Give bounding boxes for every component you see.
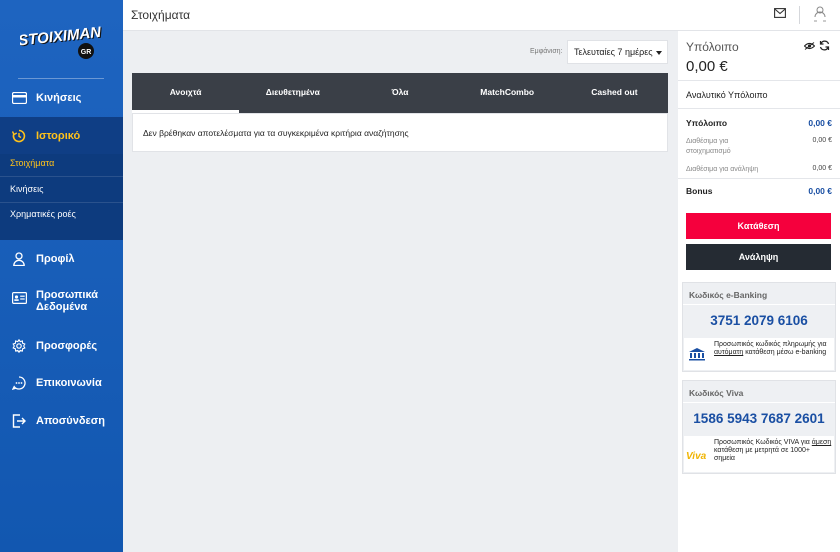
viva-logo: Viva <box>686 451 707 462</box>
empty-results-message: Δεν βρέθηκαν αποτελέσματα για τα συγκεκρ… <box>143 128 409 138</box>
history-submenu: Στοιχήματα Κινήσεις Χρηματικές ροές <box>0 154 123 240</box>
sidebar-item-profile[interactable]: Προφίλ <box>0 249 123 269</box>
tab-open[interactable]: Ανοιχτά <box>132 73 240 113</box>
deposit-button[interactable]: Κατάθεση <box>686 213 831 239</box>
viva-code-box: Κωδικός Viva 1586 5943 7687 2601 Viva Πρ… <box>682 380 836 474</box>
available-bet-label-line2: στοιχηματισμό <box>686 148 731 155</box>
stoiximan-logo[interactable]: STOIXIMAN STOIXIMAN GR <box>20 20 102 62</box>
viva-info-part1: Προσωπικός Κωδικός VIVA για <box>714 439 812 446</box>
header-divider <box>799 6 800 24</box>
tab-settled[interactable]: Διευθετημένα <box>239 73 346 113</box>
balance-row-value: 0,00 € <box>808 118 832 128</box>
ebanking-info-text: Προσωπικός κωδικός πληρωμής για αυτόματη… <box>714 341 832 357</box>
sidebar-item-offers[interactable]: Προσφορές <box>0 336 123 356</box>
available-bet-label-line1: Διαθέσιμα για <box>686 138 729 145</box>
sidebar: STOIXIMAN STOIXIMAN GR Κινήσεις Ιστορικό… <box>0 0 123 552</box>
sidebar-item-label: Επικοινωνία <box>36 377 102 389</box>
sidebar-item-label: Προσωπικά Δεδομένα <box>36 289 98 313</box>
sidebar-item-label-line2: Δεδομένα <box>36 301 88 313</box>
balance-panel: Υπόλοιπο 0,00 € Αναλυτικό Υπόλοιπο Υπόλο… <box>678 31 840 552</box>
balance-row-label: Υπόλοιπο <box>686 118 728 128</box>
tab-matchcombo[interactable]: MatchCombo <box>454 73 561 113</box>
balance-amount: 0,00 € <box>686 58 728 75</box>
sidebar-item-history[interactable]: Ιστορικό <box>0 117 123 154</box>
sidebar-item-label: Αποσύνδεση <box>36 415 105 427</box>
viva-info: Viva Προσωπικός Κωδικός VIVA για άμεση κ… <box>684 436 834 472</box>
sidebar-item-transactions[interactable]: Κινήσεις <box>0 88 123 108</box>
ebanking-code-box: Κωδικός e-Banking 3751 2079 6106 Προσωπι… <box>682 282 836 372</box>
viva-code[interactable]: 1586 5943 7687 2601 <box>683 403 835 436</box>
sidebar-item-logout[interactable]: Αποσύνδεση <box>0 411 123 431</box>
viva-info-part2: κατάθεση με μετρητά σε 1000+ σημεία <box>714 447 810 462</box>
bet-status-tabs: Ανοιχτά Διευθετημένα Όλα MatchCombo Cash… <box>132 73 668 113</box>
bank-icon <box>689 348 705 361</box>
viva-title: Κωδικός Viva <box>683 381 835 403</box>
chat-icon <box>10 374 28 392</box>
gear-icon <box>10 337 28 355</box>
available-bet-value: 0,00 € <box>812 137 832 144</box>
mail-icon[interactable] <box>774 8 786 18</box>
available-bet-label: Διαθέσιμα για στοιχηματισμό <box>686 137 731 157</box>
logout-icon <box>10 412 28 430</box>
logo-country: GR <box>81 49 92 56</box>
available-withdraw-label: Διαθέσιμα για ανάληψη <box>686 166 759 173</box>
period-select[interactable]: Τελευταίες 7 ημέρες <box>567 40 668 64</box>
sidebar-item-personal-data[interactable]: Προσωπικά Δεδομένα <box>0 289 123 315</box>
sidebar-item-label: Ιστορικό <box>36 129 81 142</box>
ebanking-info-part2: κατάθεση μέσω e-banking <box>743 349 827 356</box>
refresh-icon[interactable] <box>819 40 830 51</box>
period-select-value: Τελευταίες 7 ημέρες <box>574 47 653 57</box>
balance-title: Υπόλοιπο <box>686 40 739 54</box>
divider <box>678 108 840 109</box>
divider <box>678 80 840 81</box>
caret-down-icon <box>656 51 662 55</box>
available-withdraw-value: 0,00 € <box>812 165 832 172</box>
filter-label: Εμφάνιση: <box>530 48 563 55</box>
ebanking-info-underlined: αυτόματη <box>714 349 744 356</box>
viva-info-text: Προσωπικός Κωδικός VIVA για άμεση κατάθε… <box>714 439 832 463</box>
results-panel: Δεν βρέθηκαν αποτελέσματα για τα συγκεκρ… <box>132 113 668 152</box>
sidebar-item-label-line1: Προσωπικά <box>36 289 98 301</box>
id-card-icon <box>10 289 28 307</box>
sidebar-item-contact[interactable]: Επικοινωνία <box>0 373 123 393</box>
credit-card-icon <box>10 89 28 107</box>
top-header: Στοιχήματα <box>123 0 840 31</box>
sidebar-item-label: Κινήσεις <box>36 92 82 104</box>
submenu-item-bets[interactable]: Στοιχήματα <box>10 158 54 168</box>
detailed-balance-title: Αναλυτικό Υπόλοιπο <box>686 90 768 100</box>
user-icon[interactable] <box>813 5 827 23</box>
viva-logo-text: Viva <box>686 451 707 462</box>
divider <box>678 178 840 179</box>
submenu-divider <box>0 176 123 177</box>
ebanking-info: Προσωπικός κωδικός πληρωμής για αυτόματη… <box>684 338 834 370</box>
viva-info-underlined: άμεση <box>811 439 832 446</box>
bonus-label: Bonus <box>686 186 713 196</box>
history-icon <box>10 127 28 145</box>
tab-cashed-out[interactable]: Cashed out <box>561 73 668 113</box>
sidebar-item-label: Προφίλ <box>36 253 75 265</box>
ebanking-info-part1: Προσωπικός κωδικός πληρωμής για <box>714 341 827 348</box>
sidebar-item-label: Προσφορές <box>36 340 98 352</box>
bonus-value: 0,00 € <box>808 186 832 196</box>
submenu-divider <box>0 202 123 203</box>
submenu-item-cashflows[interactable]: Χρηματικές ροές <box>10 209 76 219</box>
page-title: Στοιχήματα <box>131 8 191 22</box>
ebanking-title: Κωδικός e-Banking <box>683 283 835 305</box>
user-icon <box>10 250 28 268</box>
withdraw-button[interactable]: Ανάληψη <box>686 244 831 270</box>
tab-all[interactable]: Όλα <box>346 73 453 113</box>
submenu-item-transactions[interactable]: Κινήσεις <box>10 184 43 194</box>
ebanking-code[interactable]: 3751 2079 6106 <box>683 305 835 338</box>
hide-balance-icon[interactable] <box>804 42 815 50</box>
logo-divider <box>18 78 104 79</box>
